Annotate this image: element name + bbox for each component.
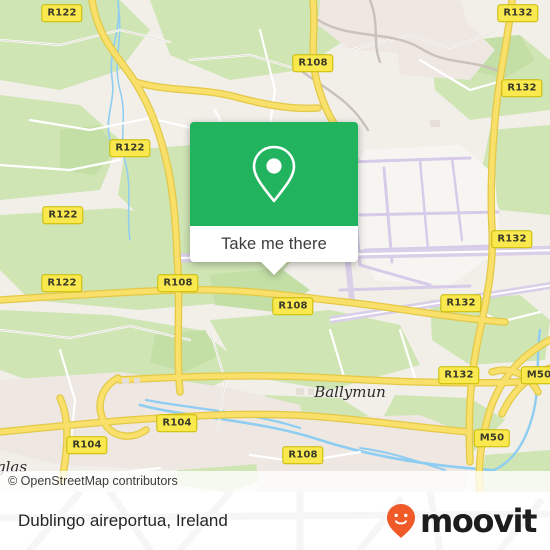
road-shield: R132 (491, 230, 533, 248)
popup-icon-area (190, 122, 358, 226)
map-screenshot: R122 R132 R108 R132 R122 R122 R132 R122 … (0, 0, 550, 550)
road-shield: R122 (41, 274, 83, 292)
road-shield: R132 (438, 366, 480, 384)
popup-pointer-tail (261, 262, 287, 275)
location-pin-icon (252, 145, 296, 203)
road-shield: R108 (292, 54, 334, 72)
take-me-there-popup[interactable]: Take me there (190, 122, 358, 275)
moovit-wordmark: moovit (419, 502, 537, 540)
footer-bar: Dublingo aireportua, Ireland moovit (0, 492, 550, 550)
road-shield: R108 (157, 274, 199, 292)
road-shield: R132 (497, 4, 539, 22)
road-shield: R122 (42, 206, 84, 224)
road-shield: R132 (501, 79, 543, 97)
road-shield: R104 (156, 414, 198, 432)
location-title: Dublingo aireportua, Ireland (18, 511, 228, 530)
osm-attribution: © OpenStreetMap contributors (0, 471, 550, 492)
place-label-ballymun: Ballymun (314, 383, 386, 401)
road-shield: R108 (282, 446, 324, 464)
road-shield: R132 (440, 294, 482, 312)
road-shield: R104 (66, 436, 108, 454)
road-shield: M50 (473, 429, 511, 447)
take-me-there-label: Take me there (221, 234, 327, 253)
moovit-smiley-pin-icon (386, 504, 415, 538)
road-shield: R108 (272, 297, 314, 315)
road-shield: R122 (41, 4, 83, 22)
moovit-brand[interactable]: moovit (386, 502, 537, 540)
road-shield: M50 (520, 366, 550, 384)
popup-action-area[interactable]: Take me there (190, 226, 358, 275)
road-shield: R122 (109, 139, 151, 157)
